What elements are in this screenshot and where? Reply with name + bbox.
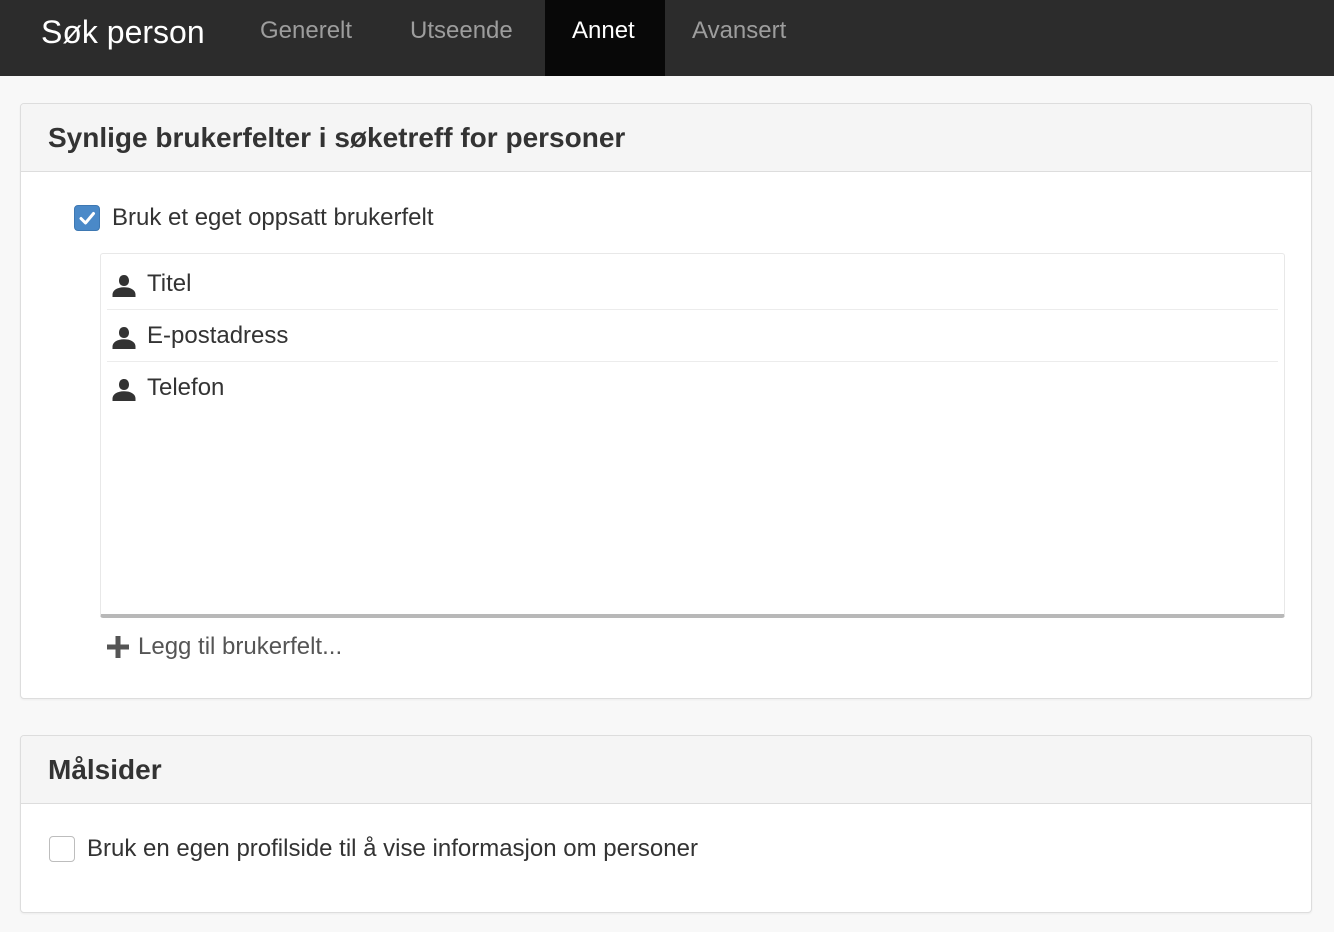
target-pages-panel: Målsider Bruk en egen profilside til å v… <box>20 735 1312 913</box>
visible-fields-panel: Synlige brukerfelter i søketreff for per… <box>20 103 1312 699</box>
checkmark-icon <box>79 212 95 225</box>
target-pages-heading: Målsider <box>21 736 1311 804</box>
person-icon <box>112 379 136 401</box>
visible-fields-heading: Synlige brukerfelter i søketreff for per… <box>21 104 1311 172</box>
profile-page-checkbox-label: Bruk en egen profilside til å vise infor… <box>87 835 698 862</box>
top-navbar: Søk person Generelt Utseende Annet Avans… <box>0 0 1334 76</box>
tab-annet[interactable]: Annet <box>545 0 665 76</box>
custom-fields-checkbox-label: Bruk et eget oppsatt brukerfelt <box>112 204 434 231</box>
plus-icon <box>107 636 129 658</box>
tab-avansert[interactable]: Avansert <box>665 0 813 76</box>
field-label: Telefon <box>147 374 225 401</box>
field-label: Titel <box>147 270 192 297</box>
person-icon <box>112 327 136 349</box>
field-item-epost[interactable]: E-postadress <box>107 310 1278 362</box>
field-label: E-postadress <box>147 322 289 349</box>
person-icon <box>112 275 136 297</box>
field-list[interactable]: Titel E-postadress Telefon <box>100 253 1285 618</box>
add-field-label: Legg til brukerfelt... <box>138 633 343 660</box>
field-item-telefon[interactable]: Telefon <box>107 362 1278 414</box>
field-item-titel[interactable]: Titel <box>107 258 1278 310</box>
tab-generelt[interactable]: Generelt <box>233 0 379 76</box>
tab-utseende[interactable]: Utseende <box>383 0 540 76</box>
profile-page-checkbox[interactable] <box>49 836 75 862</box>
page-title: Søk person <box>41 14 205 50</box>
custom-fields-checkbox[interactable] <box>74 205 100 231</box>
